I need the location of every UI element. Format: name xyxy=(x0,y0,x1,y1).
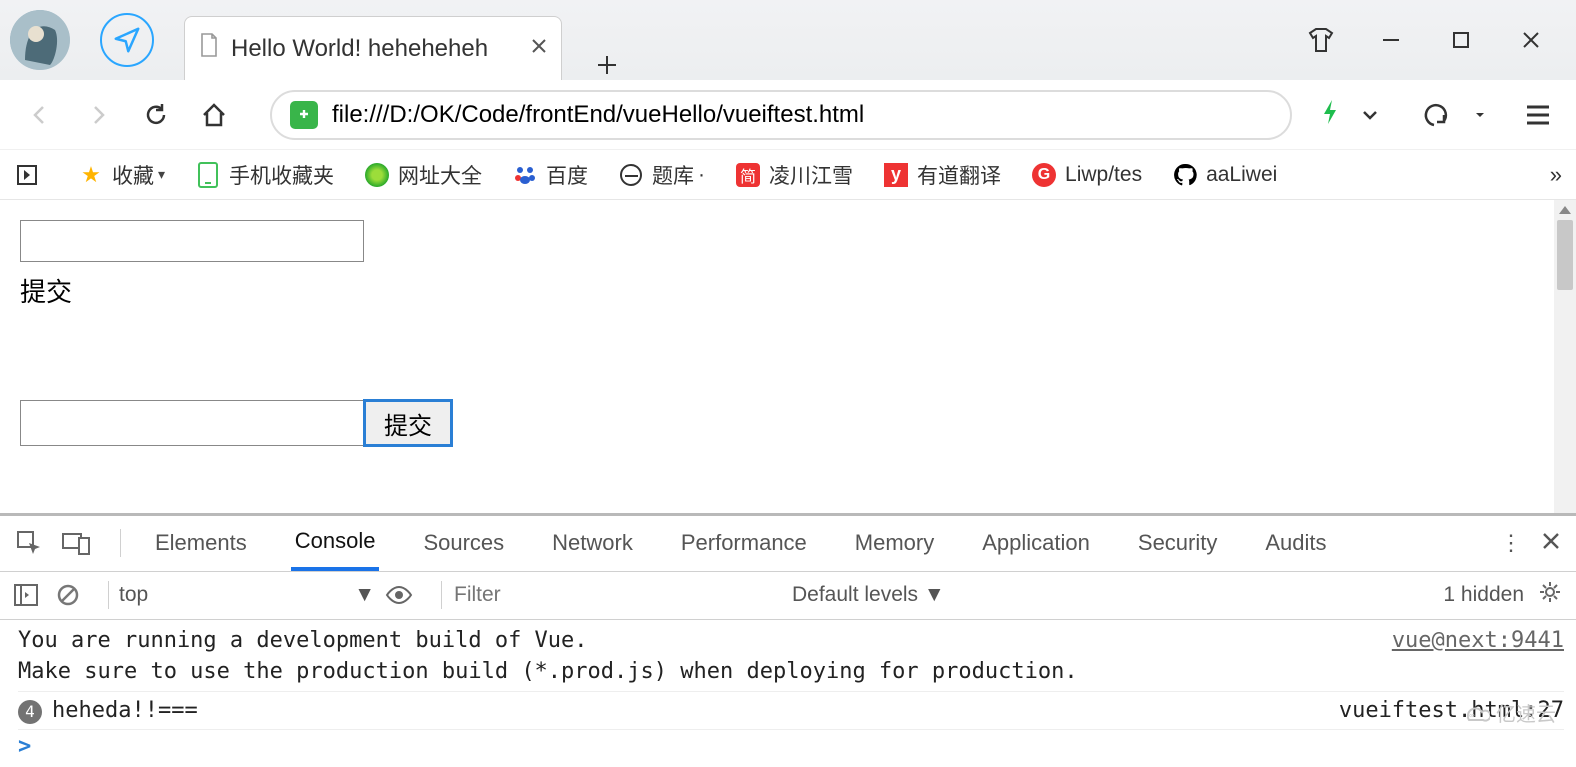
tab-close-icon[interactable] xyxy=(531,37,547,60)
devtools-more-icon[interactable]: ⋮ xyxy=(1500,530,1522,556)
new-tab-button[interactable] xyxy=(592,50,622,80)
repeat-count-badge: 4 xyxy=(18,700,42,724)
menu-icon[interactable] xyxy=(1518,104,1558,126)
browser-titlebar: Hello World! heheheheh xyxy=(0,0,1576,80)
window-close-icon[interactable] xyxy=(1496,20,1566,60)
context-selector[interactable]: top▼ xyxy=(119,583,375,607)
bookmark-label: 题库 xyxy=(652,160,694,190)
hidden-count[interactable]: 1 hidden xyxy=(1443,583,1524,607)
devtools-close-icon[interactable] xyxy=(1542,530,1560,556)
devtools-panel: Elements Console Sources Network Perform… xyxy=(0,513,1576,767)
console-message: You are running a development build of V… xyxy=(18,626,1564,688)
console-output: You are running a development build of V… xyxy=(0,620,1576,767)
undo-icon[interactable] xyxy=(1414,101,1454,129)
browser-tab[interactable]: Hello World! heheheheh xyxy=(184,16,562,80)
vertical-scrollbar[interactable] xyxy=(1554,200,1576,513)
console-filter-input[interactable] xyxy=(452,582,782,608)
inspect-icon[interactable] xyxy=(16,530,42,556)
tab-performance[interactable]: Performance xyxy=(677,516,811,571)
text-input-2[interactable] xyxy=(20,400,364,446)
nav-location-icon[interactable] xyxy=(100,13,154,67)
console-toolbar: top▼ Default levels ▼ 1 hidden xyxy=(0,572,1576,620)
extension-icon[interactable] xyxy=(14,162,48,188)
bookmark-baidu[interactable]: 百度 xyxy=(512,160,588,190)
dropdown-small-icon[interactable] xyxy=(1460,109,1500,121)
url-text: file:///D:/OK/Code/frontEnd/vueHello/vue… xyxy=(332,101,864,129)
shirt-icon[interactable] xyxy=(1286,20,1356,60)
tab-strip: Hello World! heheheheh xyxy=(184,0,622,80)
bookmark-label: Liwp/tes xyxy=(1065,163,1142,187)
bookmark-favorites[interactable]: ★收藏▾ xyxy=(78,160,165,190)
bookmarks-bar: ★收藏▾ 手机收藏夹 网址大全 百度 题库· 简凌川江雪 y有道翻译 GLiwp… xyxy=(0,150,1576,200)
nav-back-button[interactable] xyxy=(18,93,62,137)
console-prompt[interactable]: > xyxy=(18,729,1564,763)
nav-forward-button[interactable] xyxy=(76,93,120,137)
clear-console-icon[interactable] xyxy=(56,583,80,607)
tab-security[interactable]: Security xyxy=(1134,516,1221,571)
log-levels-selector[interactable]: Default levels ▼ xyxy=(792,583,945,607)
bookmark-youdao[interactable]: y有道翻译 xyxy=(883,160,1001,190)
bookmark-label: 有道翻译 xyxy=(917,160,1001,190)
submit-button[interactable]: 提交 xyxy=(363,399,453,447)
tab-sources[interactable]: Sources xyxy=(419,516,508,571)
devtools-tabbar: Elements Console Sources Network Perform… xyxy=(0,516,1576,572)
nav-reload-button[interactable] xyxy=(134,93,178,137)
bookmark-wangzhi[interactable]: 网址大全 xyxy=(364,160,482,190)
url-field[interactable]: file:///D:/OK/Code/frontEnd/vueHello/vue… xyxy=(270,90,1292,140)
tab-network[interactable]: Network xyxy=(548,516,637,571)
bookmark-label: 网址大全 xyxy=(398,160,482,190)
chevron-down-icon[interactable] xyxy=(1350,105,1390,125)
device-toggle-icon[interactable] xyxy=(62,531,90,555)
bookmark-label: 百度 xyxy=(546,160,588,190)
message-source-link[interactable]: vue@next:9441 xyxy=(1392,626,1564,688)
console-settings-icon[interactable] xyxy=(1538,580,1562,610)
window-minimize-icon[interactable] xyxy=(1356,20,1426,60)
bookmark-tiku[interactable]: 题库· xyxy=(618,160,705,190)
tab-audits[interactable]: Audits xyxy=(1261,516,1330,571)
bookmark-label: 收藏 xyxy=(112,160,154,190)
shield-icon xyxy=(290,101,318,129)
tab-memory[interactable]: Memory xyxy=(851,516,938,571)
bookmark-mobile[interactable]: 手机收藏夹 xyxy=(195,160,334,190)
console-sidebar-toggle-icon[interactable] xyxy=(14,584,38,606)
message-source-link[interactable]: vueiftest.html:27 xyxy=(1339,696,1564,727)
bookmark-label: aaLiwei xyxy=(1206,163,1277,187)
bookmark-lingchuan[interactable]: 简凌川江雪 xyxy=(735,160,853,190)
tab-console[interactable]: Console xyxy=(291,516,380,571)
tab-application[interactable]: Application xyxy=(978,516,1094,571)
flash-icon[interactable] xyxy=(1320,98,1340,131)
page-content: 提交 提交 xyxy=(0,200,1554,513)
profile-avatar[interactable] xyxy=(10,10,70,70)
console-message: 4 heheda!!=== vueiftest.html:27 xyxy=(18,691,1564,727)
tab-title: Hello World! heheheheh xyxy=(231,35,523,63)
bookmark-liwp[interactable]: GLiwp/tes xyxy=(1031,162,1142,188)
bookmarks-overflow-icon[interactable]: » xyxy=(1550,162,1562,188)
submit-text[interactable]: 提交 xyxy=(20,272,1534,309)
address-bar: file:///D:/OK/Code/frontEnd/vueHello/vue… xyxy=(0,80,1576,150)
text-input-1[interactable] xyxy=(20,220,364,262)
nav-home-button[interactable] xyxy=(192,93,236,137)
tab-elements[interactable]: Elements xyxy=(151,516,251,571)
file-icon xyxy=(199,33,219,64)
bookmark-label: 凌川江雪 xyxy=(769,160,853,190)
bookmark-aaliwei[interactable]: aaLiwei xyxy=(1172,162,1277,188)
window-maximize-icon[interactable] xyxy=(1426,20,1496,60)
bookmark-label: 手机收藏夹 xyxy=(229,160,334,190)
live-expression-icon[interactable] xyxy=(385,585,413,605)
